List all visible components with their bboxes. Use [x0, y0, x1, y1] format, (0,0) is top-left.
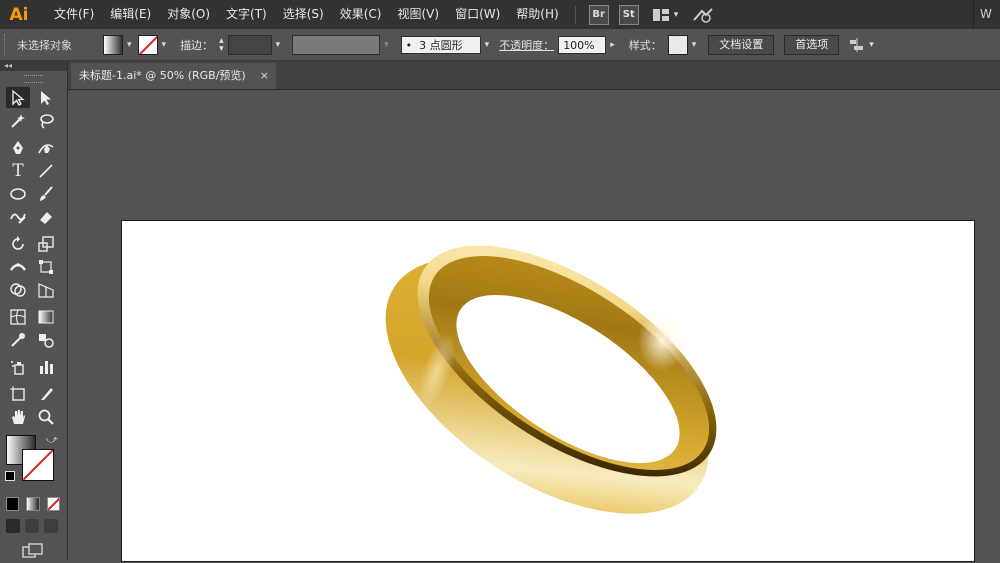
menu-effect[interactable]: 效果(C): [332, 0, 390, 29]
symbol-sprayer-icon[interactable]: [6, 356, 30, 377]
chevron-down-icon: ▾: [869, 39, 874, 50]
perspective-grid-icon[interactable]: [34, 279, 58, 300]
line-segment-icon[interactable]: [34, 160, 58, 181]
canvas-area[interactable]: [68, 90, 1000, 562]
brush-definition-field[interactable]: • 3 点圆形: [400, 35, 481, 54]
eraser-icon[interactable]: [34, 206, 58, 227]
direct-selection-icon[interactable]: [34, 87, 58, 108]
control-bar: 未选择对象 ▾ ▾ 描边： ▴ ▾ ▾ ▾ • 3 点圆形 ▾ 不透明度： 100…: [0, 29, 1000, 61]
hand-icon[interactable]: [6, 406, 30, 427]
paintbrush-icon[interactable]: [34, 183, 58, 204]
brush-definition-value: 3 点圆形: [419, 38, 463, 52]
lasso-icon[interactable]: [34, 110, 58, 131]
artboard[interactable]: [121, 220, 975, 562]
eyedropper-icon[interactable]: [6, 329, 30, 350]
brush-dot-icon: •: [405, 38, 420, 52]
gold-ring-artwork[interactable]: [362, 221, 742, 559]
gradient-mode-icon[interactable]: [26, 497, 40, 511]
menu-select[interactable]: 选择(S): [275, 0, 332, 29]
scale-icon[interactable]: [34, 233, 58, 254]
control-bar-grip[interactable]: [4, 33, 9, 56]
document-tab[interactable]: 未标题-1.ai* @ 50% (RGB/预览) ×: [71, 63, 276, 89]
selection-status: 未选择对象: [17, 38, 72, 52]
stroke-color-box[interactable]: [22, 449, 54, 481]
toolbox-grip[interactable]: [24, 75, 43, 83]
shape-builder-icon[interactable]: [6, 279, 30, 300]
stroke-weight-dropdown-icon[interactable]: ▾: [276, 40, 281, 50]
menu-type[interactable]: 文字(T): [218, 0, 275, 29]
variable-width-profile[interactable]: [292, 34, 381, 55]
document-tab-bar: 未标题-1.ai* @ 50% (RGB/预览) ×: [68, 61, 1000, 90]
menu-bar: Ai 文件(F) 编辑(E) 对象(O) 文字(T) 选择(S) 效果(C) 视…: [0, 0, 1000, 29]
opacity-label[interactable]: 不透明度：: [499, 37, 554, 53]
style-label: 样式：: [628, 38, 662, 52]
menu-divider: [574, 5, 576, 24]
stroke-dropdown-icon[interactable]: ▾: [162, 40, 167, 50]
draw-behind-icon[interactable]: [25, 519, 39, 533]
bridge-button[interactable]: Br: [588, 4, 609, 25]
fill-swatch[interactable]: [103, 34, 123, 55]
selection-tool-icon[interactable]: [6, 87, 30, 108]
ring-outer-band: [385, 245, 717, 543]
default-fill-stroke-icon[interactable]: [5, 471, 15, 481]
blend-icon[interactable]: [34, 329, 58, 350]
free-transform-icon[interactable]: [34, 256, 58, 277]
menu-file[interactable]: 文件(F): [46, 0, 102, 29]
stroke-label: 描边：: [180, 38, 214, 52]
screen-mode-icon[interactable]: [22, 543, 44, 559]
graphic-style-swatch[interactable]: [667, 34, 688, 55]
style-dropdown-icon[interactable]: ▾: [692, 40, 697, 50]
swap-fill-stroke-icon[interactable]: ⤻: [46, 433, 58, 447]
mesh-icon[interactable]: [6, 306, 30, 327]
menu-window[interactable]: 窗口(W): [447, 0, 508, 29]
menu-object[interactable]: 对象(O): [159, 0, 218, 29]
arrange-documents-icon[interactable]: ▾: [652, 8, 679, 22]
type-icon[interactable]: T: [6, 160, 30, 181]
align-options-icon[interactable]: ▾: [849, 37, 874, 52]
gradient-icon[interactable]: [34, 306, 58, 327]
none-mode-icon[interactable]: [46, 497, 60, 511]
document-tab-title: 未标题-1.ai* @ 50% (RGB/预览): [79, 69, 246, 82]
menu-help[interactable]: 帮助(H): [508, 0, 566, 29]
stock-button[interactable]: St: [618, 4, 639, 25]
draw-inside-icon[interactable]: [44, 519, 58, 533]
tools-panel: ◂◂ T ⤻: [0, 61, 68, 560]
stroke-swatch[interactable]: [137, 34, 158, 55]
brush-dropdown-icon[interactable]: ▾: [485, 40, 490, 50]
stroke-weight-stepper-icon[interactable]: ▴ ▾: [219, 36, 224, 53]
preferences-button[interactable]: 首选项: [784, 34, 840, 55]
menu-edit[interactable]: 编辑(E): [102, 0, 159, 29]
color-mode-icon[interactable]: [6, 497, 20, 511]
shaper-icon[interactable]: [6, 206, 30, 227]
chevron-down-icon: ▾: [673, 9, 679, 20]
app-logo: Ai: [9, 4, 29, 25]
opacity-expand-icon[interactable]: ▸: [610, 40, 615, 50]
width-icon[interactable]: [6, 256, 30, 277]
close-icon[interactable]: ×: [260, 63, 269, 89]
slice-icon[interactable]: [34, 383, 58, 404]
fill-dropdown-icon[interactable]: ▾: [127, 40, 132, 50]
ellipse-icon[interactable]: [6, 183, 30, 204]
magic-wand-icon[interactable]: [6, 110, 30, 131]
toolbox-collapse-button[interactable]: ◂◂: [0, 61, 67, 71]
document-setup-button[interactable]: 文档设置: [708, 34, 775, 55]
opacity-field[interactable]: 100%: [558, 35, 607, 54]
rotate-icon[interactable]: [6, 233, 30, 254]
pen-icon[interactable]: [6, 137, 30, 158]
zoom-icon[interactable]: [34, 406, 58, 427]
menu-view[interactable]: 视图(V): [389, 0, 447, 29]
workspace-switcher[interactable]: W: [973, 0, 1000, 29]
draw-normal-icon[interactable]: [6, 519, 20, 533]
gpu-performance-icon[interactable]: [692, 7, 714, 23]
artboard-icon[interactable]: [6, 383, 30, 404]
fill-stroke-controls: ⤻: [0, 433, 67, 493]
stroke-weight-field[interactable]: [227, 34, 272, 55]
profile-dropdown-icon[interactable]: ▾: [384, 40, 389, 50]
curvature-icon[interactable]: [34, 137, 58, 158]
column-graph-icon[interactable]: [34, 356, 58, 377]
